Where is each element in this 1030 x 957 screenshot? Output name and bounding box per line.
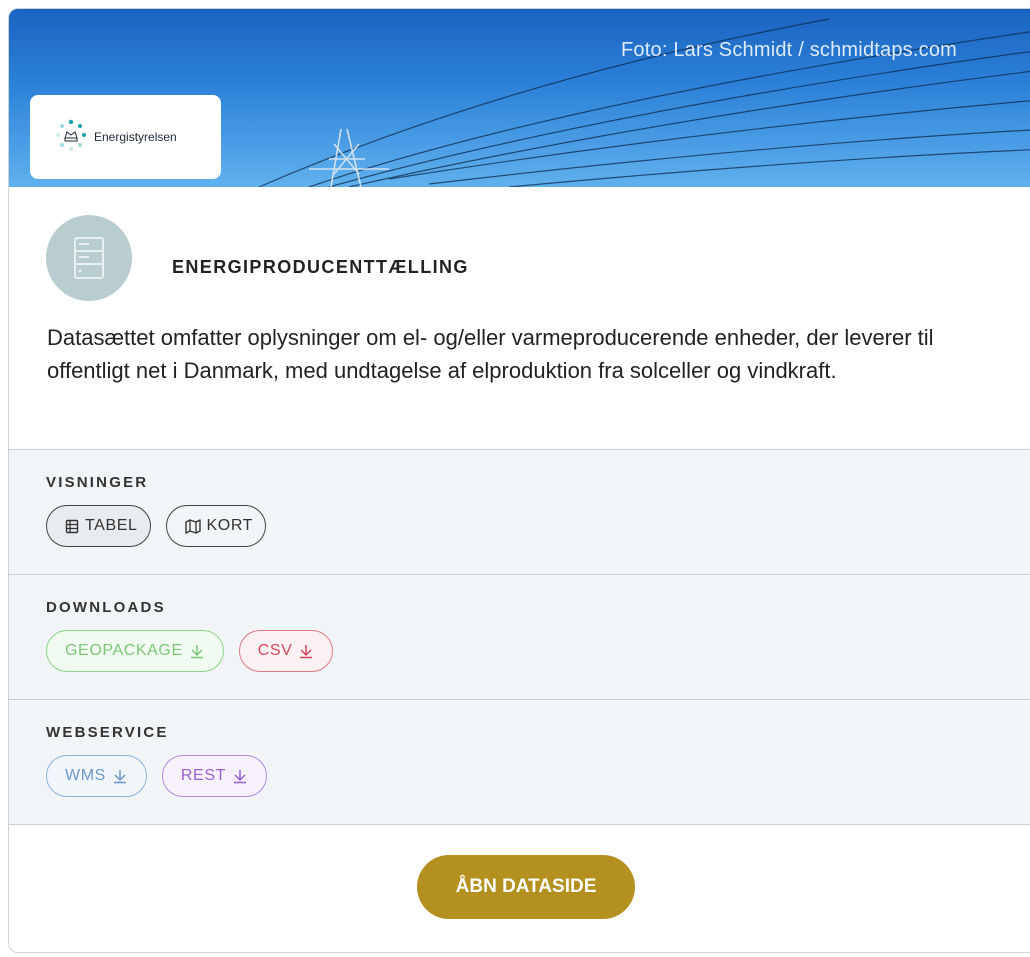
download-csv-button[interactable]: CSV [238,630,334,672]
publisher-logo[interactable]: Energistyrelsen [30,95,221,179]
webservice-rest-label: REST [180,767,226,784]
dataset-title: ENERGIPRODUCENTTÆLLING [172,257,469,277]
map-icon [184,518,201,534]
downloads-section-title: DOWNLOADS [46,599,166,616]
photo-credit: Foto: Lars Schmidt / schmidtaps.com [621,39,958,61]
crown-dots-icon [56,119,86,151]
dataset-description: Datasættet omfatter oplysninger om el- o… [47,325,934,383]
webservice-wms-label: WMS [65,767,106,784]
views-section-title: VISNINGER [46,474,149,491]
views-section: VISNINGER TABEL KORT [9,449,1030,574]
dataset-header: ENERGIPRODUCENTTÆLLING [9,187,1030,317]
download-icon [113,770,126,784]
table-icon [65,519,79,533]
download-csv-label: CSV [257,642,293,659]
server-rack-icon [46,215,132,301]
logo-text: Energistyrelsen [94,130,177,144]
download-icon [233,770,246,784]
downloads-section: DOWNLOADS GEOPACKAGE CSV [9,574,1030,699]
card-footer: ÅBN DATASIDE [9,824,1030,952]
download-geopackage-label: GEOPACKAGE [65,642,183,659]
open-dataset-page-button[interactable]: ÅBN DATASIDE [417,855,635,919]
webservice-section: WEBSERVICE WMS REST [9,699,1030,824]
webservice-section-title: WEBSERVICE [46,724,169,741]
webservice-rest-button[interactable]: REST [161,755,267,797]
view-map-button[interactable]: KORT [165,505,267,547]
download-geopackage-button[interactable]: GEOPACKAGE [46,630,224,672]
view-table-label: TABEL [85,517,138,534]
download-icon [300,645,313,659]
view-table-button[interactable]: TABEL [46,505,151,547]
view-map-label: KORT [206,517,254,534]
hero-image: Foto: Lars Schmidt / schmidtaps.com Ener… [9,9,1030,187]
webservice-wms-button[interactable]: WMS [46,755,147,797]
dataset-card: Foto: Lars Schmidt / schmidtaps.com Ener… [8,8,1030,953]
download-icon [190,645,203,659]
